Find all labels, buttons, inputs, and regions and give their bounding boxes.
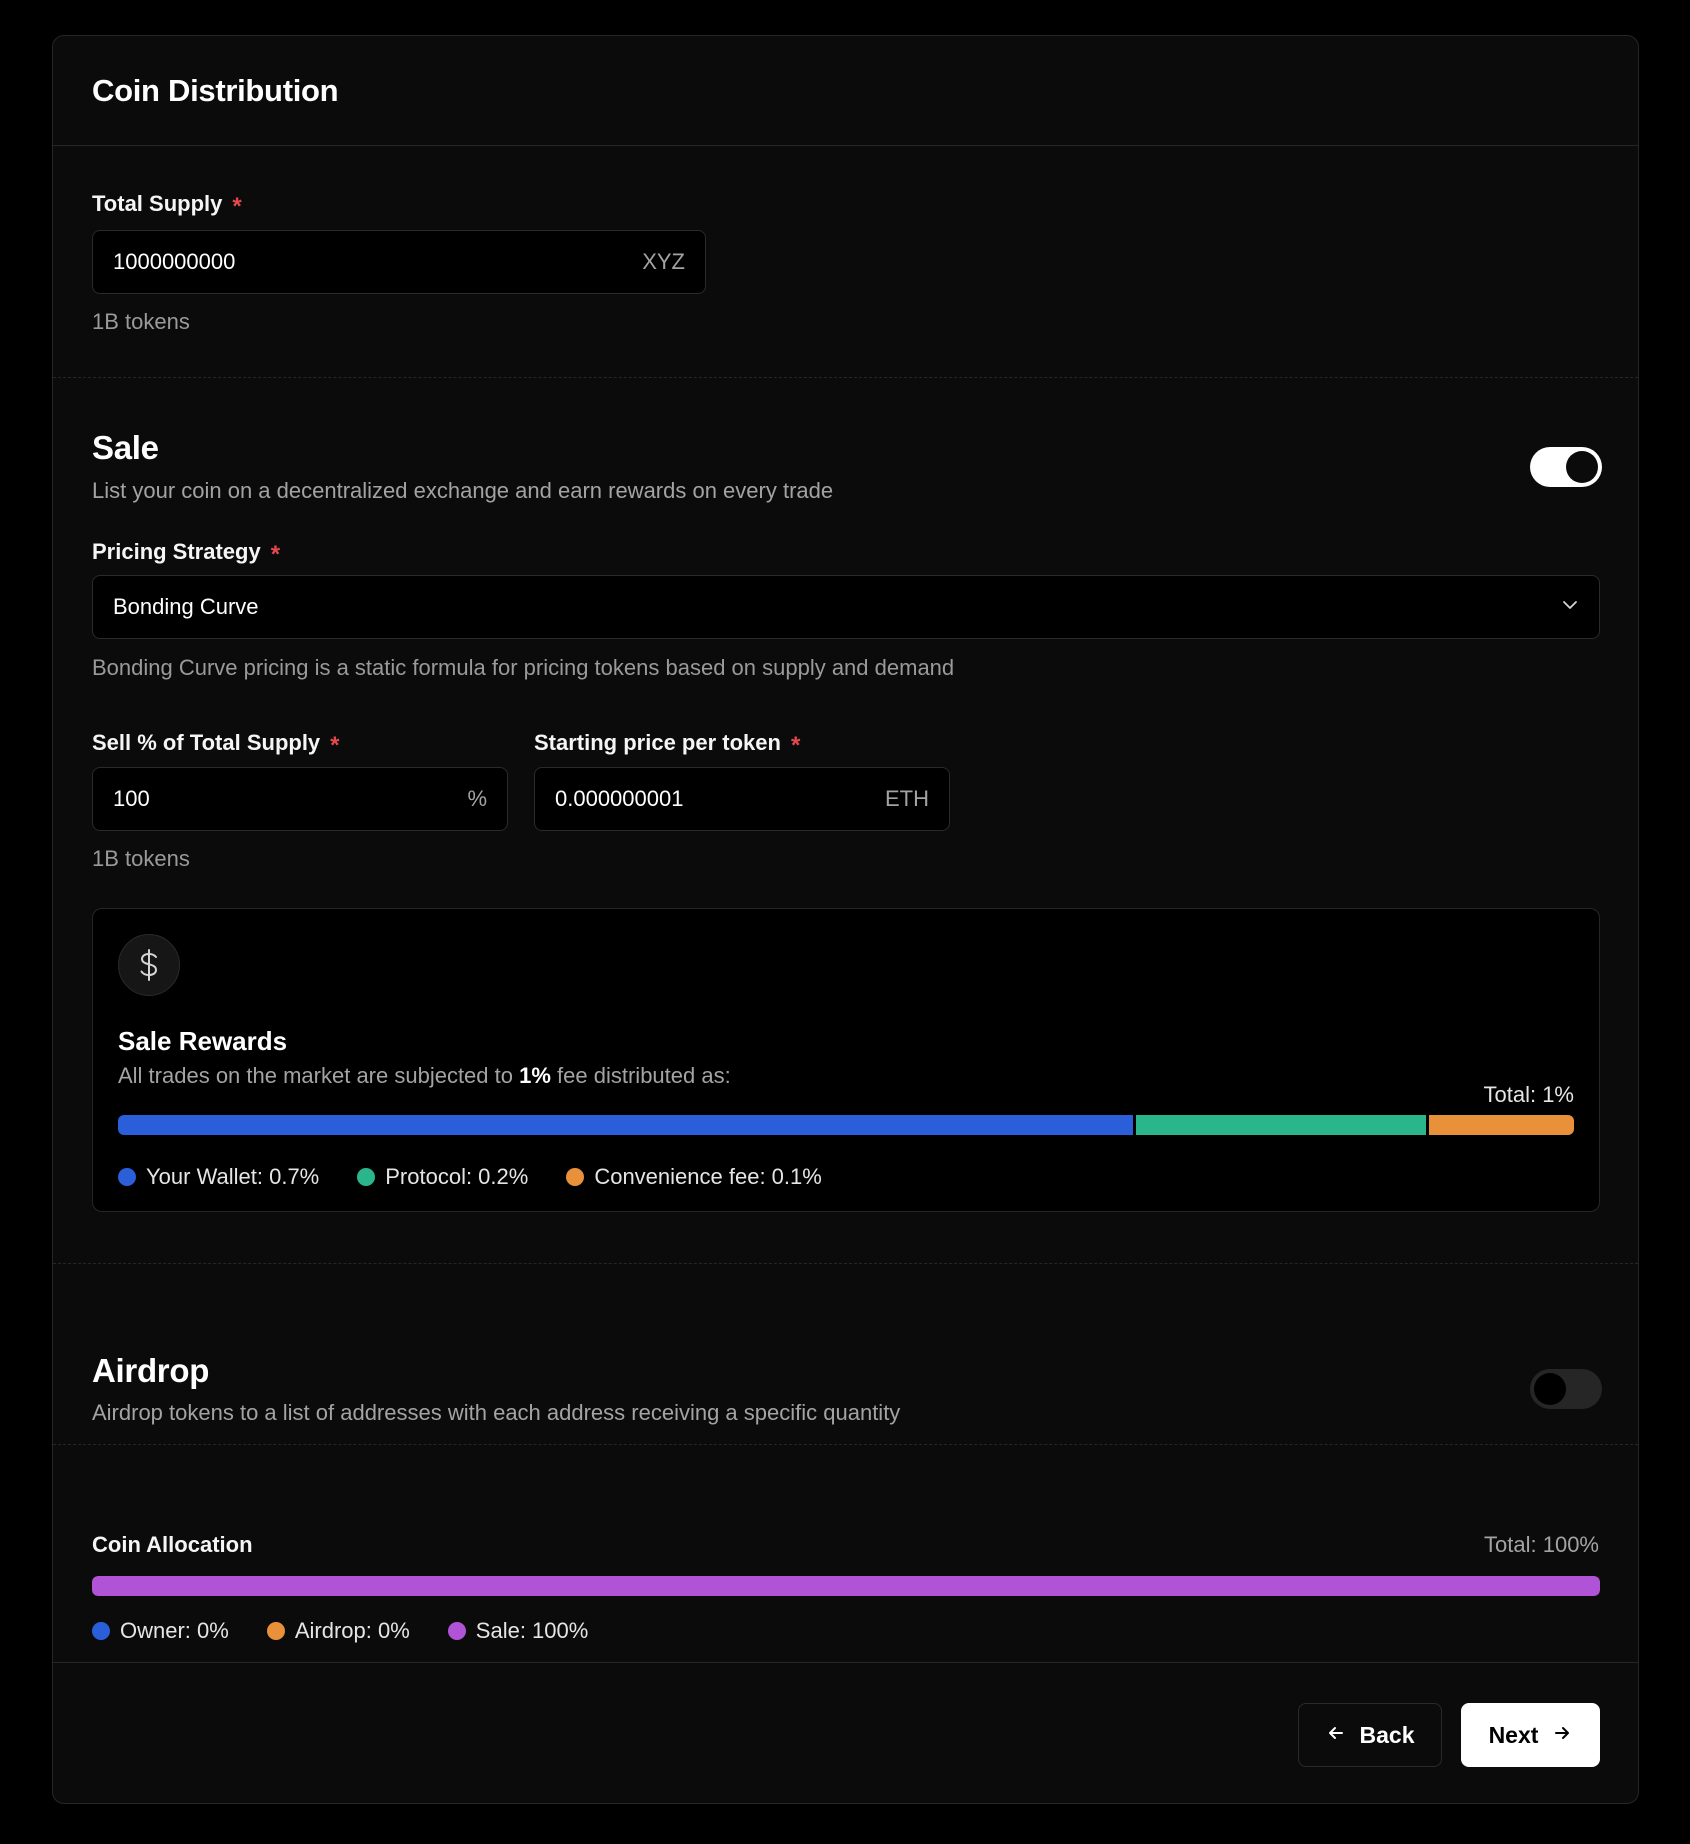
- airdrop-title: Airdrop: [92, 1352, 210, 1389]
- arrow-right-icon: [1552, 1722, 1572, 1749]
- rewards-bar-segment: [1428, 1115, 1574, 1135]
- starting-price-unit: ETH: [885, 786, 929, 811]
- rewards-bar-segment: [118, 1115, 1133, 1135]
- total-supply-label: Total Supply *: [92, 191, 1599, 220]
- card-header: Coin Distribution: [53, 36, 1638, 146]
- total-supply-label-text: Total Supply: [92, 191, 223, 216]
- sell-percent-hint: 1B tokens: [92, 846, 190, 871]
- sale-rewards-description: All trades on the market are subjected t…: [118, 1063, 731, 1089]
- toggle-knob: [1566, 451, 1598, 483]
- required-marker: *: [330, 732, 340, 759]
- coin-allocation-title: Coin Allocation: [92, 1532, 253, 1557]
- sell-percent-input[interactable]: 100 %: [92, 767, 508, 831]
- legend-label: Convenience fee: 0.1%: [594, 1164, 822, 1189]
- total-supply-section: Total Supply *: [53, 191, 1638, 220]
- pricing-strategy-label-text: Pricing Strategy: [92, 539, 261, 564]
- rewards-desc-fee: 1%: [519, 1063, 551, 1088]
- required-marker: *: [232, 193, 242, 220]
- rewards-bar-segment: [1135, 1115, 1426, 1135]
- allocation-bar-fill: [92, 1576, 1600, 1596]
- sell-percent-label-text: Sell % of Total Supply: [92, 730, 321, 755]
- dollar-icon: [118, 934, 180, 996]
- legend-item: Convenience fee: 0.1%: [566, 1164, 822, 1190]
- divider: [53, 377, 1638, 378]
- sell-percent-label: Sell % of Total Supply *: [92, 730, 340, 759]
- pricing-strategy-hint: Bonding Curve pricing is a static formul…: [92, 655, 955, 680]
- coin-allocation-bar: [92, 1576, 1600, 1596]
- sale-rewards-bar: [118, 1115, 1574, 1135]
- sale-rewards-panel: Sale Rewards All trades on the market ar…: [92, 908, 1600, 1212]
- legend-label: Sale: 100%: [475, 1618, 589, 1643]
- required-marker: *: [270, 541, 281, 568]
- airdrop-subtitle: Airdrop tokens to a list of addresses wi…: [92, 1400, 901, 1425]
- starting-price-input[interactable]: 0.000000001 ETH: [534, 767, 950, 831]
- next-button-label: Next: [1488, 1721, 1539, 1748]
- total-supply-unit: XYZ: [642, 249, 685, 274]
- legend-dot: [266, 1622, 285, 1640]
- divider: [53, 1444, 1638, 1445]
- sale-rewards-title: Sale Rewards: [118, 1026, 288, 1056]
- legend-dot: [92, 1622, 110, 1640]
- legend-label: Your Wallet: 0.7%: [146, 1164, 320, 1189]
- sale-toggle[interactable]: [1530, 447, 1602, 487]
- airdrop-toggle[interactable]: [1530, 1369, 1602, 1409]
- legend-label: Owner: 0%: [120, 1618, 229, 1643]
- footer-divider: [53, 1662, 1638, 1663]
- page-title: Coin Distribution: [92, 72, 339, 108]
- arrow-left-icon: [1326, 1722, 1346, 1749]
- sale-title: Sale: [92, 429, 159, 466]
- total-supply-input[interactable]: 1000000000 XYZ: [92, 230, 706, 294]
- next-button[interactable]: Next: [1461, 1703, 1600, 1767]
- legend-dot: [566, 1168, 585, 1186]
- rewards-desc-prefix: All trades on the market are subjected t…: [118, 1063, 513, 1088]
- legend-label: Protocol: 0.2%: [385, 1164, 529, 1189]
- sell-percent-unit: %: [467, 786, 487, 811]
- starting-price-label-text: Starting price per token: [534, 730, 781, 755]
- legend-item: Your Wallet: 0.7%: [118, 1164, 319, 1190]
- legend-dot: [447, 1622, 466, 1640]
- coin-allocation-legend: Owner: 0% Airdrop: 0% Sale: 100%: [92, 1618, 588, 1644]
- coin-allocation-total: Total: 100%: [1484, 1532, 1599, 1557]
- total-supply-value: 1000000000: [113, 249, 236, 274]
- pricing-strategy-label: Pricing Strategy *: [92, 539, 281, 568]
- legend-label: Airdrop: 0%: [294, 1618, 410, 1643]
- sale-rewards-legend: Your Wallet: 0.7% Protocol: 0.2% Convenien…: [118, 1164, 822, 1190]
- legend-dot: [357, 1168, 376, 1186]
- sale-subtitle: List your coin on a decentralized exchan…: [92, 478, 834, 503]
- back-button-label: Back: [1359, 1721, 1415, 1748]
- starting-price-label: Starting price per token *: [534, 730, 801, 759]
- coin-distribution-card: Coin Distribution Total Supply * 1000000…: [52, 35, 1639, 1804]
- legend-dot: [118, 1168, 136, 1186]
- back-button[interactable]: Back: [1298, 1703, 1442, 1767]
- pricing-strategy-select[interactable]: Bonding Curve: [92, 575, 1600, 639]
- toggle-knob: [1534, 1373, 1566, 1405]
- legend-item: Owner: 0%: [92, 1618, 229, 1644]
- rewards-desc-suffix: fee distributed as:: [557, 1063, 731, 1088]
- legend-item: Protocol: 0.2%: [357, 1164, 528, 1190]
- total-supply-hint: 1B tokens: [92, 309, 190, 334]
- divider: [53, 1263, 1638, 1264]
- pricing-strategy-value: Bonding Curve: [113, 594, 259, 619]
- sale-rewards-total: Total: 1%: [1483, 1082, 1575, 1107]
- legend-item: Sale: 100%: [447, 1618, 589, 1644]
- legend-item: Airdrop: 0%: [266, 1618, 410, 1644]
- starting-price-value: 0.000000001: [555, 786, 684, 811]
- required-marker: *: [790, 732, 801, 759]
- sell-percent-value: 100: [113, 786, 150, 811]
- chevron-down-icon: [1561, 596, 1579, 619]
